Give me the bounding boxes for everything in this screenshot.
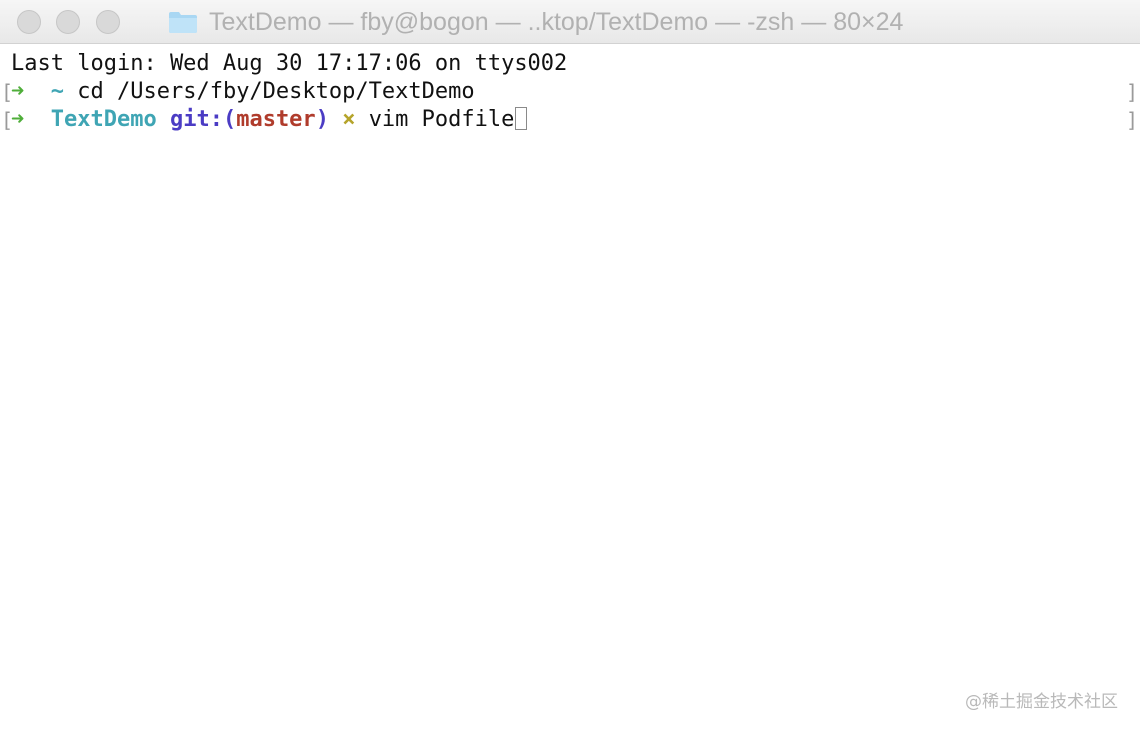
line-mark-right: ] bbox=[1125, 108, 1138, 132]
terminal-line-login: Last login: Wed Aug 30 17:17:06 on ttys0… bbox=[0, 50, 1140, 78]
git-prefix: git:( bbox=[169, 107, 237, 132]
window-title: TextDemo — fby@bogon — ..ktop/TextDemo —… bbox=[209, 7, 904, 36]
terminal-window: TextDemo — fby@bogon — ..ktop/TextDemo —… bbox=[0, 0, 1140, 732]
window-title-group: TextDemo — fby@bogon — ..ktop/TextDemo —… bbox=[168, 0, 903, 44]
command-input[interactable]: vim Podfile bbox=[369, 107, 515, 132]
title-bar[interactable]: TextDemo — fby@bogon — ..ktop/TextDemo —… bbox=[0, 0, 1140, 44]
prompt-cwd: TextDemo bbox=[50, 107, 157, 132]
login-message: Last login: Wed Aug 30 17:17:06 on ttys0… bbox=[11, 51, 568, 76]
terminal-content[interactable]: Last login: Wed Aug 30 17:17:06 on ttys0… bbox=[0, 50, 1140, 134]
watermark: @稀土掘金技术社区 bbox=[965, 692, 1118, 712]
prompt-arrow-icon: ➜ bbox=[11, 79, 25, 104]
prompt-cwd: ~ bbox=[50, 79, 64, 104]
prompt-line: ➜ TextDemo git:(master) × vim Podfile bbox=[11, 106, 528, 134]
terminal-line-current: [ ➜ TextDemo git:(master) × vim Podfile … bbox=[0, 106, 1140, 134]
prompt-line: ➜ ~ cd /Users/fby/Desktop/TextDemo bbox=[11, 78, 475, 106]
git-dirty-icon: × bbox=[342, 107, 356, 132]
folder-icon bbox=[168, 10, 198, 34]
git-suffix: ) bbox=[315, 107, 329, 132]
minimize-window-button[interactable] bbox=[56, 10, 80, 34]
terminal-line-cd: [ ➜ ~ cd /Users/fby/Desktop/TextDemo ] bbox=[0, 78, 1140, 106]
zoom-window-button[interactable] bbox=[96, 10, 120, 34]
line-mark-right: ] bbox=[1125, 80, 1138, 104]
command-text: cd /Users/fby/Desktop/TextDemo bbox=[77, 79, 475, 104]
text-cursor bbox=[515, 107, 528, 130]
git-branch: master bbox=[236, 107, 316, 132]
close-window-button[interactable] bbox=[17, 10, 41, 34]
prompt-arrow-icon: ➜ bbox=[11, 107, 25, 132]
